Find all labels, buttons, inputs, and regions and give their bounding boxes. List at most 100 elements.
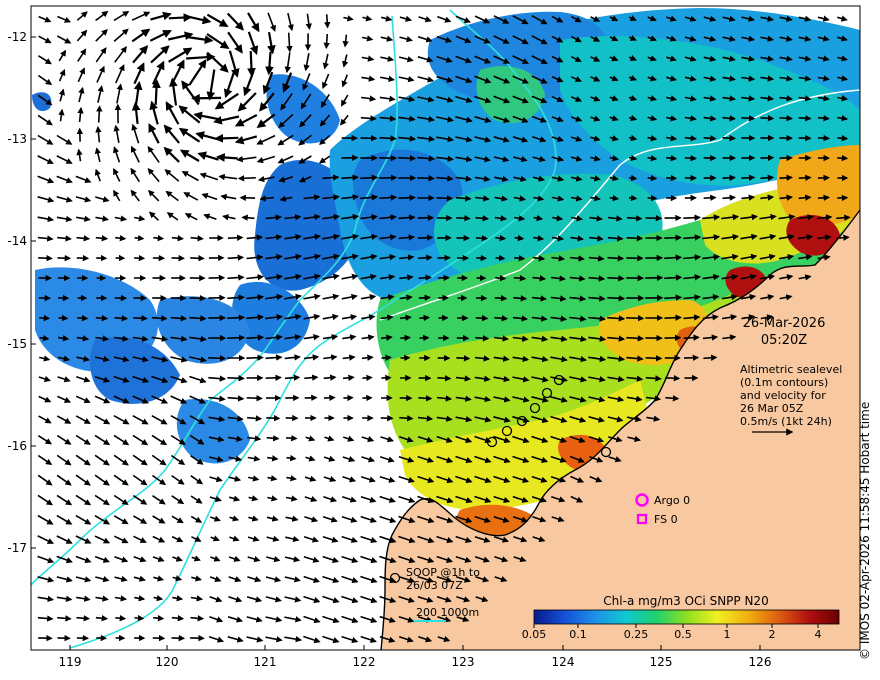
velocity-arrow — [647, 194, 658, 202]
velocity-arrow — [400, 334, 411, 342]
velocity-arrow — [171, 235, 184, 242]
y-tick-label: -16 — [7, 439, 27, 453]
velocity-arrow — [286, 454, 297, 462]
velocity-arrow — [418, 254, 433, 261]
velocity-arrow — [417, 234, 434, 241]
velocity-arrow — [683, 354, 700, 361]
velocity-arrow — [398, 194, 416, 201]
velocity-arrow — [798, 194, 812, 201]
velocity-arrow — [58, 314, 69, 322]
velocity-arrow — [214, 133, 239, 143]
x-tick-label: 124 — [552, 655, 575, 669]
velocity-arrow — [455, 195, 472, 202]
x-tick-label: 121 — [254, 655, 277, 669]
velocity-arrow — [513, 275, 527, 282]
velocity-arrow — [418, 274, 432, 281]
velocity-arrow — [741, 115, 756, 122]
velocity-arrow — [323, 33, 330, 50]
velocity-arrow — [286, 434, 298, 442]
velocity-arrow — [170, 315, 188, 322]
x-axis-labels: 119 120 121 122 123 124 125 126 — [59, 655, 772, 669]
velocity-arrow — [324, 14, 331, 29]
velocity-arrow — [247, 51, 256, 77]
velocity-arrow — [286, 32, 293, 53]
velocity-arrow — [475, 215, 489, 222]
map-date: 26-Mar-2026 — [743, 316, 826, 331]
velocity-arrow — [115, 614, 127, 622]
velocity-arrow — [683, 334, 700, 341]
velocity-arrow — [227, 334, 246, 341]
velocity-arrow — [779, 174, 793, 181]
velocity-arrow — [77, 314, 89, 322]
velocity-arrow — [360, 135, 378, 142]
velocity-arrow — [323, 394, 336, 402]
velocity-arrow — [626, 235, 644, 242]
info-line: Altimetric sealevel — [740, 363, 842, 376]
velocity-arrow — [57, 615, 72, 622]
velocity-arrow — [227, 314, 246, 321]
velocity-arrow — [664, 314, 682, 321]
velocity-arrow — [361, 354, 374, 361]
velocity-arrow — [266, 414, 281, 422]
velocity-arrow — [665, 395, 680, 402]
velocity-arrow — [265, 374, 282, 382]
velocity-arrow — [304, 394, 318, 402]
velocity-arrow — [208, 355, 227, 362]
velocity-arrow — [134, 234, 145, 242]
velocity-arrow — [227, 294, 245, 301]
velocity-arrow — [190, 255, 205, 262]
velocity-arrow — [456, 215, 471, 222]
y-tick-label: -14 — [7, 234, 27, 248]
bathymetry-legend-label: 200 1000m — [416, 606, 479, 619]
velocity-arrow — [133, 315, 148, 322]
velocity-arrow — [760, 174, 775, 181]
velocity-arrow — [779, 115, 793, 122]
velocity-arrow — [741, 174, 756, 181]
velocity-arrow — [322, 174, 340, 181]
velocity-arrow — [95, 235, 109, 242]
velocity-arrow — [95, 615, 109, 622]
velocity-arrow — [153, 614, 165, 622]
info-line: and velocity for — [740, 389, 826, 402]
velocity-arrow — [76, 235, 91, 242]
velocity-arrow — [247, 415, 263, 422]
argo-legend-label: Argo 0 — [654, 494, 690, 507]
velocity-arrow — [628, 174, 638, 182]
velocity-arrow — [722, 174, 736, 182]
x-tick-label: 123 — [452, 655, 475, 669]
velocity-arrow — [241, 214, 255, 221]
colorbar-tick-label: 0.25 — [624, 628, 649, 641]
velocity-arrow — [399, 415, 414, 422]
x-tick-label: 119 — [59, 655, 82, 669]
velocity-arrow — [246, 354, 264, 361]
velocity-arrow — [38, 254, 53, 262]
velocity-arrow — [246, 394, 263, 402]
velocity-arrow — [666, 174, 678, 182]
velocity-arrow — [817, 194, 830, 201]
velocity-arrow — [495, 234, 507, 242]
colorbar-tick-label: 0.5 — [674, 628, 692, 641]
info-line: 26 Mar 05Z — [740, 402, 804, 415]
velocity-arrow — [494, 315, 509, 322]
velocity-arrow — [475, 335, 490, 342]
info-line: (0.1m contours) — [740, 376, 828, 389]
velocity-arrow — [237, 175, 256, 182]
velocity-arrow — [227, 395, 245, 402]
y-tick-label: -17 — [7, 541, 27, 555]
velocity-arrow — [418, 294, 431, 301]
velocity-arrow — [495, 254, 506, 262]
velocity-arrow — [398, 155, 417, 162]
velocity-arrow — [246, 334, 265, 341]
colorbar-tick-label: 1 — [724, 628, 731, 641]
velocity-arrow — [227, 274, 245, 281]
velocity-arrow — [39, 334, 50, 342]
velocity-arrow — [683, 214, 701, 221]
velocity-arrow — [494, 295, 508, 302]
velocity-arrow — [684, 154, 697, 162]
velocity-arrow — [284, 374, 301, 381]
velocity-arrow — [837, 134, 849, 142]
velocity-arrow — [379, 194, 398, 201]
velocity-arrow — [475, 234, 489, 242]
velocity-arrow — [628, 194, 638, 202]
colorbar-tick-label: 0.1 — [569, 628, 587, 641]
